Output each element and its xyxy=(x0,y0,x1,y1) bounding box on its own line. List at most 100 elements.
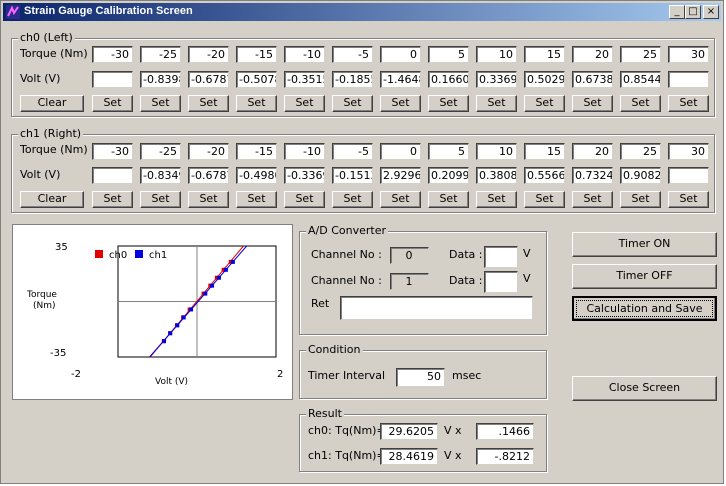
ch0-torque-field[interactable]: -25 xyxy=(140,46,181,63)
ch1-set-button[interactable]: Set xyxy=(524,191,565,208)
channel-a-label: Channel No : xyxy=(311,248,382,261)
ch1-volt-field[interactable] xyxy=(92,167,133,184)
ch0-volt-field[interactable]: -0.1855 xyxy=(332,71,373,88)
ch0-set-button[interactable]: Set xyxy=(188,95,229,112)
ch1-set-button[interactable]: Set xyxy=(428,191,469,208)
ch1-torque-field[interactable]: 25 xyxy=(620,143,661,160)
close-screen-button[interactable]: Close Screen xyxy=(572,376,717,401)
ch0-torque-field[interactable]: -15 xyxy=(236,46,277,63)
ch1-volt-field[interactable]: 0.90820 xyxy=(620,167,661,184)
ch1-volt-field[interactable]: 0.55664 xyxy=(524,167,565,184)
timer-off-button[interactable]: Timer OFF xyxy=(572,264,717,289)
ch0-torque-field[interactable]: 15 xyxy=(524,46,565,63)
ch0-clear-button[interactable]: Clear xyxy=(20,95,84,112)
calculation-and-save-button[interactable]: Calculation and Save xyxy=(572,296,717,321)
ch0-volt-field[interactable]: -0.6787 xyxy=(188,71,229,88)
ch1-set-button[interactable]: Set xyxy=(332,191,373,208)
ch0-volt-field[interactable]: -0.8398 xyxy=(140,71,181,88)
ch0-set-button[interactable]: Set xyxy=(284,95,325,112)
ch1-torque-field[interactable]: -5 xyxy=(332,143,373,160)
ch0-set-button[interactable]: Set xyxy=(236,95,277,112)
ch1-torque-field[interactable]: 0 xyxy=(380,143,421,160)
ch1-torque-field[interactable]: 30 xyxy=(668,143,709,160)
result-ch1-intercept[interactable]: -.8212 xyxy=(476,448,534,465)
ch0-volt-field[interactable]: 0.50292 xyxy=(524,71,565,88)
result-ch1-slope[interactable]: 28.4619 xyxy=(380,448,438,465)
ch1-set-button[interactable]: Set xyxy=(380,191,421,208)
close-window-button[interactable]: × xyxy=(703,5,719,19)
ch1-torque-field[interactable]: -25 xyxy=(140,143,181,160)
ch0-set-button[interactable]: Set xyxy=(140,95,181,112)
ch1-torque-field[interactable]: -30 xyxy=(92,143,133,160)
ch1-torque-field[interactable]: -15 xyxy=(236,143,277,160)
ch0-set-button[interactable]: Set xyxy=(380,95,421,112)
ch0-volt-field[interactable] xyxy=(668,71,709,88)
ch1-torque-field[interactable]: -20 xyxy=(188,143,229,160)
ch1-set-button[interactable]: Set xyxy=(668,191,709,208)
ch1-torque-field[interactable]: 10 xyxy=(476,143,517,160)
ch0-torque-field[interactable]: -20 xyxy=(188,46,229,63)
ch0-volt-field[interactable]: -0.5078 xyxy=(236,71,277,88)
ch0-volt-field[interactable] xyxy=(92,71,133,88)
ch0-torque-field[interactable]: -30 xyxy=(92,46,133,63)
ch0-set-button[interactable]: Set xyxy=(92,95,133,112)
timer-on-button[interactable]: Timer ON xyxy=(572,232,717,257)
title-bar[interactable]: Strain Gauge Calibration Screen _ □ × xyxy=(3,3,721,21)
ch0-torque-field[interactable]: 10 xyxy=(476,46,517,63)
ch1-set-button[interactable]: Set xyxy=(284,191,325,208)
ch0-set-button[interactable]: Set xyxy=(668,95,709,112)
ch0-torque-field[interactable]: 20 xyxy=(572,46,613,63)
ch1-volt-field[interactable]: -0.4980 xyxy=(236,167,277,184)
ret-field[interactable] xyxy=(340,296,533,320)
ch0-volt-field[interactable]: 0.85449 xyxy=(620,71,661,88)
ch1-set-button[interactable]: Set xyxy=(620,191,661,208)
ch0-set-button[interactable]: Set xyxy=(572,95,613,112)
ch1-volt-field[interactable]: -0.3369 xyxy=(284,167,325,184)
ch1-set-button[interactable]: Set xyxy=(92,191,133,208)
ch1-volt-field[interactable]: 2.92968 xyxy=(380,167,421,184)
ch0-set-button[interactable]: Set xyxy=(524,95,565,112)
ch1-volt-label: Volt (V) xyxy=(20,168,61,181)
ch0-volt-field[interactable]: -1.4648 xyxy=(380,71,421,88)
ch0-torque-field[interactable]: 30 xyxy=(668,46,709,63)
ch1-volt-field[interactable] xyxy=(668,167,709,184)
ch1-set-button[interactable]: Set xyxy=(572,191,613,208)
ch1-volt-field[interactable]: -0.8349 xyxy=(140,167,181,184)
ch0-volt-field[interactable]: 0.33691 xyxy=(476,71,517,88)
ch0-torque-field[interactable]: 25 xyxy=(620,46,661,63)
ch1-set-button[interactable]: Set xyxy=(236,191,277,208)
maximize-button[interactable]: □ xyxy=(685,5,701,19)
ch0-torque-field[interactable]: 5 xyxy=(428,46,469,63)
timer-interval-input[interactable]: 50 xyxy=(396,368,445,387)
ch0-set-button[interactable]: Set xyxy=(620,95,661,112)
ch0-volt-field[interactable]: 0.16601 xyxy=(428,71,469,88)
ret-label: Ret xyxy=(311,297,330,310)
ch0-volt-field[interactable]: 0.67382 xyxy=(572,71,613,88)
ch0-set-button[interactable]: Set xyxy=(428,95,469,112)
ch0-torque-field[interactable]: -5 xyxy=(332,46,373,63)
ch1-set-button[interactable]: Set xyxy=(140,191,181,208)
result-ch0-intercept[interactable]: .1466 xyxy=(476,423,534,440)
ch1-volt-field[interactable]: -0.6787 xyxy=(188,167,229,184)
minimize-button[interactable]: _ xyxy=(669,5,685,19)
data-b-field[interactable] xyxy=(484,271,518,293)
ch1-torque-field[interactable]: 5 xyxy=(428,143,469,160)
ch0-set-button[interactable]: Set xyxy=(476,95,517,112)
data-point-ch1 xyxy=(168,331,173,336)
ch0-volt-field[interactable]: -0.3515 xyxy=(284,71,325,88)
ch0-torque-field[interactable]: 0 xyxy=(380,46,421,63)
ch1-volt-field[interactable]: -0.1513 xyxy=(332,167,373,184)
ch1-volt-field[interactable]: 0.73242 xyxy=(572,167,613,184)
ch1-volt-field[interactable]: 0.20996 xyxy=(428,167,469,184)
ch0-torque-field[interactable]: -10 xyxy=(284,46,325,63)
ch1-set-button[interactable]: Set xyxy=(476,191,517,208)
ch1-set-button[interactable]: Set xyxy=(188,191,229,208)
ch1-volt-field[interactable]: 0.38085 xyxy=(476,167,517,184)
ch1-torque-field[interactable]: 20 xyxy=(572,143,613,160)
data-a-field[interactable] xyxy=(484,246,518,268)
ch1-clear-button[interactable]: Clear xyxy=(20,191,84,208)
ch1-torque-field[interactable]: 15 xyxy=(524,143,565,160)
ch0-set-button[interactable]: Set xyxy=(332,95,373,112)
ch1-torque-field[interactable]: -10 xyxy=(284,143,325,160)
result-ch0-slope[interactable]: 29.6205 xyxy=(380,423,438,440)
